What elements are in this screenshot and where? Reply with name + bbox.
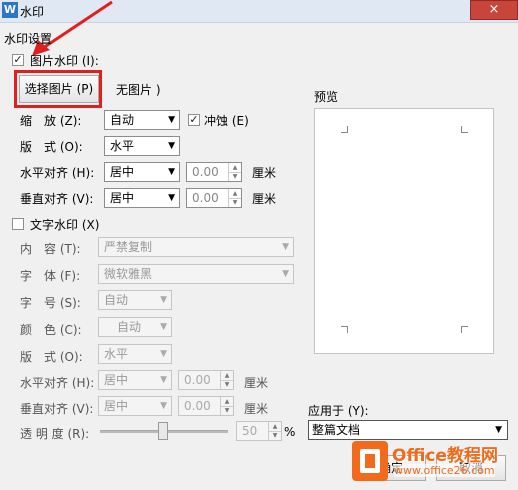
halign-offset-spinner[interactable]: 0.00 ▲ ▼ bbox=[186, 162, 242, 182]
chevron-down-icon: ▼ bbox=[160, 322, 167, 332]
valign-select[interactable]: 居中 ▼ bbox=[104, 188, 180, 208]
valign-offset-spinner[interactable]: 0.00 ▲ ▼ bbox=[186, 188, 242, 208]
text-watermark-checkbox[interactable] bbox=[12, 218, 24, 230]
chevron-down-icon: ▼ bbox=[160, 349, 167, 359]
spin-down-icon[interactable]: ▼ bbox=[228, 198, 241, 207]
no-image-label: 无图片 ) bbox=[116, 83, 161, 97]
scale-label: 缩 放 (Z): bbox=[20, 114, 82, 128]
spin-down-icon[interactable]: ▼ bbox=[268, 431, 281, 440]
size-select[interactable]: 自动 ▼ bbox=[98, 290, 172, 310]
image-watermark-checkbox[interactable]: ✓ bbox=[12, 54, 24, 66]
text-halign-label: 水平对齐 (H): bbox=[20, 376, 95, 390]
transparency-slider-handle[interactable] bbox=[158, 422, 168, 440]
image-watermark-label: 图片水印 (I): bbox=[30, 54, 99, 68]
font-label: 字 体 (F): bbox=[20, 269, 81, 283]
preview-corner-bottom-left bbox=[341, 326, 348, 333]
spin-down-icon[interactable]: ▼ bbox=[228, 172, 241, 181]
close-button[interactable]: × bbox=[470, 0, 518, 20]
apply-value: 整篇文档 bbox=[312, 423, 361, 437]
text-valign-offset-value: 0.00 bbox=[184, 399, 211, 413]
logo-url: www.office26.com bbox=[394, 464, 495, 477]
spin-down-icon[interactable]: ▼ bbox=[220, 380, 233, 389]
text-halign-unit: 厘米 bbox=[244, 376, 269, 390]
apply-label: 应用于 (Y): bbox=[308, 404, 369, 418]
valign-label: 垂直对齐 (V): bbox=[20, 192, 94, 206]
size-label: 字 号 (S): bbox=[20, 296, 81, 310]
text-halign-offset-value: 0.00 bbox=[184, 373, 211, 387]
text-halign-value: 居中 bbox=[104, 373, 129, 387]
layout-value: 水平 bbox=[110, 139, 135, 153]
chevron-down-icon: ▼ bbox=[168, 141, 175, 151]
text-valign-offset-spinner[interactable]: 0.00 ▲ ▼ bbox=[178, 396, 234, 416]
transparency-unit: % bbox=[284, 425, 296, 439]
font-value: 微软雅黑 bbox=[104, 267, 153, 281]
chevron-down-icon: ▼ bbox=[160, 295, 167, 305]
transparency-spinner[interactable]: 50 ▲ ▼ bbox=[236, 421, 282, 441]
preview-corner-top-left bbox=[341, 126, 348, 133]
text-valign-label: 垂直对齐 (V): bbox=[20, 402, 94, 416]
preview-label: 预览 bbox=[314, 90, 339, 104]
highlight-box bbox=[14, 70, 102, 108]
preview-pane bbox=[314, 108, 494, 354]
transparency-label: 透 明 度 (R): bbox=[20, 427, 90, 441]
group-title: 水印设置 bbox=[4, 32, 53, 46]
layout-select[interactable]: 水平 ▼ bbox=[104, 136, 180, 156]
preview-corner-bottom-right bbox=[461, 326, 468, 333]
text-halign-offset-spinner[interactable]: 0.00 ▲ ▼ bbox=[178, 370, 234, 390]
halign-offset-value: 0.00 bbox=[192, 165, 219, 179]
wps-w-icon: W bbox=[2, 2, 18, 18]
scale-select[interactable]: 自动 ▼ bbox=[104, 110, 180, 130]
apply-select[interactable]: 整篇文档 ▼ bbox=[308, 420, 508, 440]
content-label: 内 容 (T): bbox=[20, 242, 81, 256]
color-value: 自动 bbox=[117, 320, 142, 334]
valign-offset-value: 0.00 bbox=[192, 191, 219, 205]
valign-value: 居中 bbox=[110, 191, 135, 205]
text-valign-select[interactable]: 居中 ▼ bbox=[98, 396, 172, 416]
scale-value: 自动 bbox=[110, 113, 135, 127]
chevron-down-icon: ▼ bbox=[168, 167, 175, 177]
office-logo-icon bbox=[352, 441, 388, 481]
chevron-down-icon: ▼ bbox=[495, 425, 502, 435]
halign-value: 居中 bbox=[110, 165, 135, 179]
washout-checkbox[interactable]: ✓ bbox=[188, 114, 200, 126]
color-label: 颜 色 (C): bbox=[20, 323, 82, 337]
color-select[interactable]: 自动 ▼ bbox=[98, 317, 172, 337]
halign-unit: 厘米 bbox=[252, 166, 277, 180]
washout-label: 冲蚀 (E) bbox=[204, 114, 249, 128]
halign-label: 水平对齐 (H): bbox=[20, 166, 95, 180]
spin-down-icon[interactable]: ▼ bbox=[220, 406, 233, 415]
content-select[interactable]: 严禁复制 ▼ bbox=[98, 237, 294, 257]
content-value: 严禁复制 bbox=[104, 240, 153, 254]
layout-label: 版 式 (O): bbox=[20, 140, 83, 154]
size-value: 自动 bbox=[104, 293, 129, 307]
chevron-down-icon: ▼ bbox=[282, 242, 289, 252]
text-watermark-label: 文字水印 (X) bbox=[30, 218, 100, 232]
valign-unit: 厘米 bbox=[252, 192, 277, 206]
preview-corner-top-right bbox=[461, 126, 468, 133]
halign-select[interactable]: 居中 ▼ bbox=[104, 162, 180, 182]
text-layout-select[interactable]: 水平 ▼ bbox=[98, 344, 172, 364]
font-select[interactable]: 微软雅黑 ▼ bbox=[98, 264, 294, 284]
chevron-down-icon: ▼ bbox=[282, 269, 289, 279]
chevron-down-icon: ▼ bbox=[168, 193, 175, 203]
chevron-down-icon: ▼ bbox=[160, 375, 167, 385]
text-valign-unit: 厘米 bbox=[244, 402, 269, 416]
text-layout-value: 水平 bbox=[104, 347, 129, 361]
chevron-down-icon: ▼ bbox=[160, 401, 167, 411]
text-halign-select[interactable]: 居中 ▼ bbox=[98, 370, 172, 390]
text-layout-label: 版 式 (O): bbox=[20, 350, 83, 364]
transparency-value: 50 bbox=[242, 424, 258, 438]
logo-brand: Office教程网 bbox=[392, 446, 499, 466]
chevron-down-icon: ▼ bbox=[168, 115, 175, 125]
text-valign-value: 居中 bbox=[104, 399, 129, 413]
